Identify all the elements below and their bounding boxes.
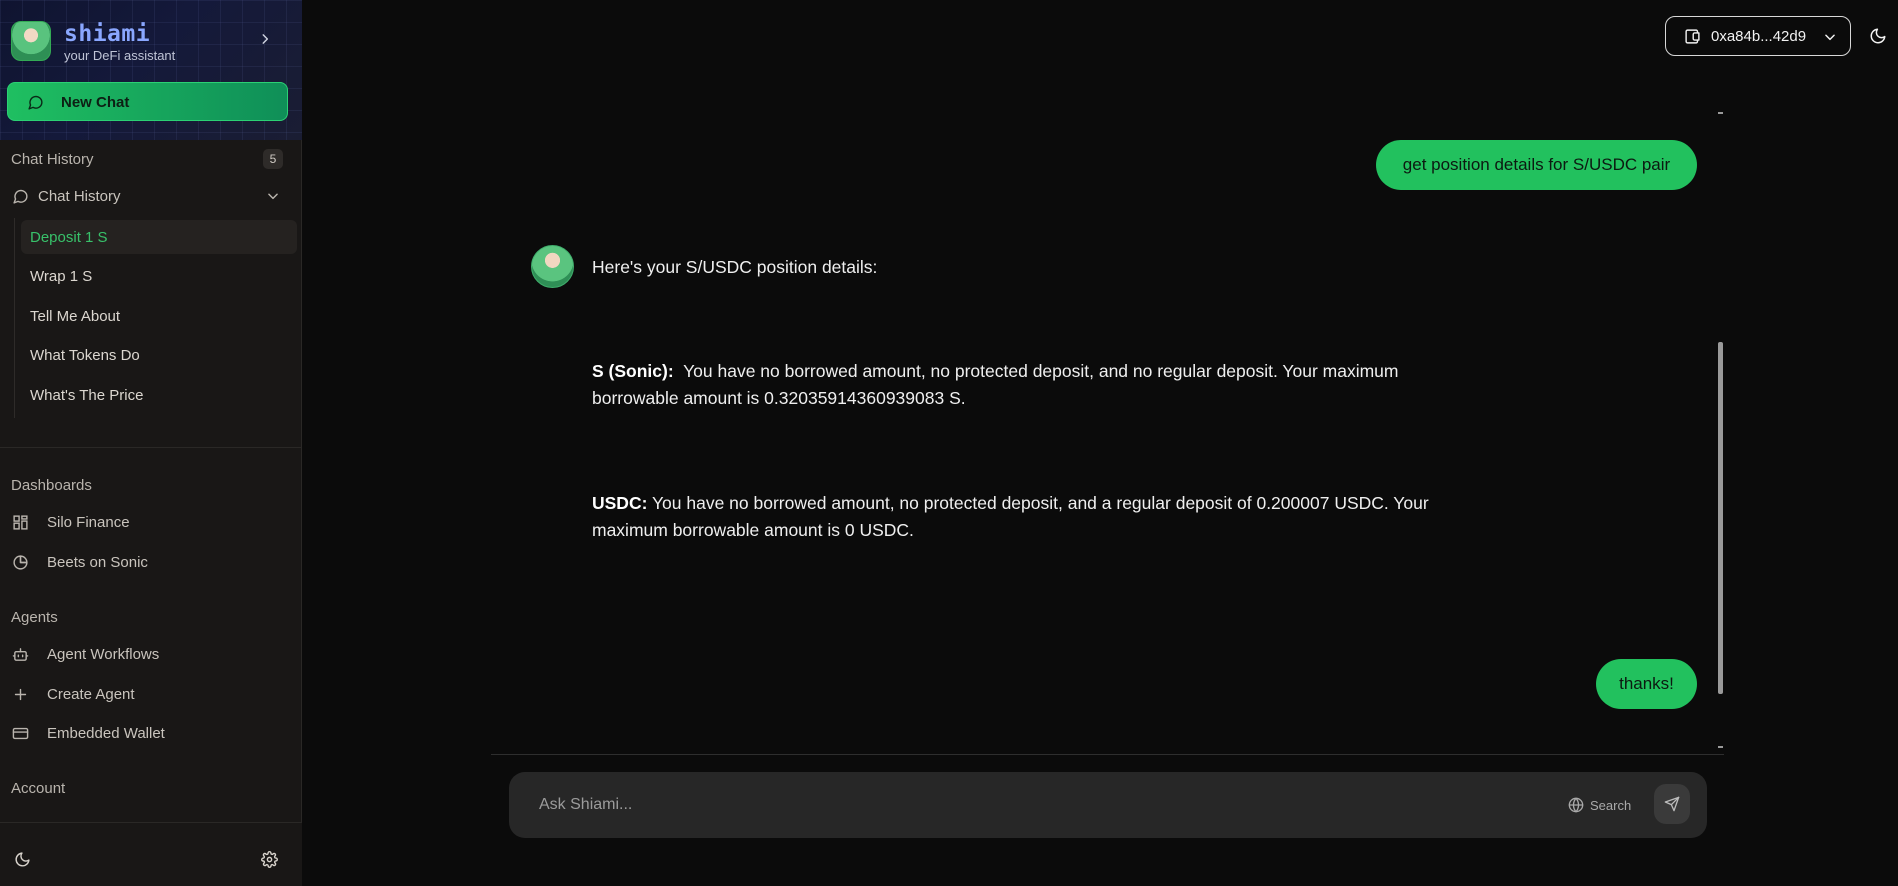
- brand-subtitle: your DeFi assistant: [64, 48, 176, 63]
- wallet-address: 0xa84b...42d9: [1711, 28, 1807, 45]
- new-chat-button[interactable]: New Chat: [7, 82, 288, 121]
- search-label: Search: [1590, 797, 1632, 813]
- assistant-intro: Here's your S/USDC position details:: [592, 257, 878, 277]
- chat-history-group-label: Chat History: [38, 187, 121, 205]
- chat-count-badge: 5: [263, 149, 283, 169]
- sidebar: shiami your DeFi assistant New Chat Chat…: [0, 0, 302, 886]
- sidebar-item-silo-finance[interactable]: Silo Finance: [11, 506, 291, 538]
- position-text: You have no borrowed amount, no protecte…: [683, 361, 1399, 381]
- card-icon: [12, 725, 29, 742]
- assistant-position-item: USDC: You have no borrowed amount, no pr…: [592, 490, 1492, 544]
- user-message: thanks!: [1596, 659, 1697, 709]
- message-circle-icon: [12, 188, 29, 205]
- position-label: S (Sonic):: [592, 361, 674, 381]
- sidebar-item-label: Embedded Wallet: [47, 724, 165, 742]
- history-item[interactable]: What's The Price: [21, 378, 297, 412]
- sidebar-divider: [0, 447, 302, 448]
- composer: Search: [509, 772, 1707, 838]
- assistant-position-item: S (Sonic): You have no borrowed amount, …: [592, 358, 1472, 412]
- history-item[interactable]: Deposit 1 S: [21, 220, 297, 254]
- sidebar-item-label: Create Agent: [47, 685, 135, 703]
- history-item[interactable]: Wrap 1 S: [21, 259, 297, 293]
- brand-name: shiami: [64, 21, 151, 47]
- agents-heading: Agents: [11, 609, 58, 626]
- position-text-cont: maximum borrowable amount is 0 USDC.: [592, 520, 914, 540]
- sidebar-item-embedded-wallet[interactable]: Embedded Wallet: [11, 717, 291, 749]
- send-button[interactable]: [1654, 784, 1690, 824]
- new-chat-label: New Chat: [61, 94, 130, 111]
- sidebar-item-beets-on-sonic[interactable]: Beets on Sonic: [11, 546, 291, 578]
- position-label: USDC:: [592, 493, 648, 513]
- chat-divider: [491, 754, 1724, 755]
- gear-icon[interactable]: [261, 851, 278, 868]
- sidebar-item-agent-workflows[interactable]: Agent Workflows: [11, 638, 291, 670]
- sidebar-item-label: Beets on Sonic: [47, 553, 148, 571]
- scrollbar-arrow-up[interactable]: [1718, 112, 1723, 114]
- grid-icon: [12, 514, 29, 531]
- chat-history-toggle[interactable]: Chat History: [11, 180, 291, 212]
- sidebar-footer: [0, 822, 302, 886]
- chevron-down-icon: [1823, 30, 1837, 44]
- moon-icon[interactable]: [14, 851, 31, 868]
- message-circle-icon: [27, 94, 44, 111]
- pie-chart-icon: [12, 554, 29, 571]
- plus-icon: [12, 686, 29, 703]
- position-text: You have no borrowed amount, no protecte…: [651, 493, 1429, 513]
- tree-line: [14, 218, 15, 418]
- wallet-icon: [1684, 28, 1701, 45]
- globe-icon: [1568, 797, 1584, 813]
- scrollbar-arrow-down[interactable]: [1718, 746, 1723, 748]
- chat-history-heading: Chat History: [11, 151, 94, 168]
- search-toggle-button[interactable]: Search: [1568, 795, 1631, 815]
- history-item[interactable]: Tell Me About: [21, 299, 297, 333]
- moon-icon[interactable]: [1869, 27, 1887, 45]
- history-item[interactable]: What Tokens Do: [21, 338, 297, 372]
- sidebar-item-label: Silo Finance: [47, 513, 130, 531]
- user-message: get position details for S/USDC pair: [1376, 140, 1697, 190]
- wallet-button[interactable]: 0xa84b...42d9: [1665, 16, 1851, 56]
- sidebar-item-create-agent[interactable]: Create Agent: [11, 678, 291, 710]
- assistant-avatar: [531, 245, 574, 288]
- brand-avatar: [11, 21, 51, 61]
- send-icon: [1664, 796, 1680, 812]
- bot-icon: [12, 646, 29, 663]
- position-text-cont: borrowable amount is 0.32035914360939083…: [592, 388, 966, 408]
- chevron-right-icon[interactable]: [258, 32, 272, 46]
- chat-input[interactable]: [539, 792, 1519, 818]
- sidebar-item-label: Agent Workflows: [47, 645, 160, 663]
- chevron-down-icon: [266, 189, 280, 203]
- chat-scrollbar[interactable]: [1718, 342, 1723, 694]
- dashboards-heading: Dashboards: [11, 477, 92, 494]
- account-heading: Account: [11, 780, 66, 797]
- brand-header: shiami your DeFi assistant New Chat: [0, 0, 302, 140]
